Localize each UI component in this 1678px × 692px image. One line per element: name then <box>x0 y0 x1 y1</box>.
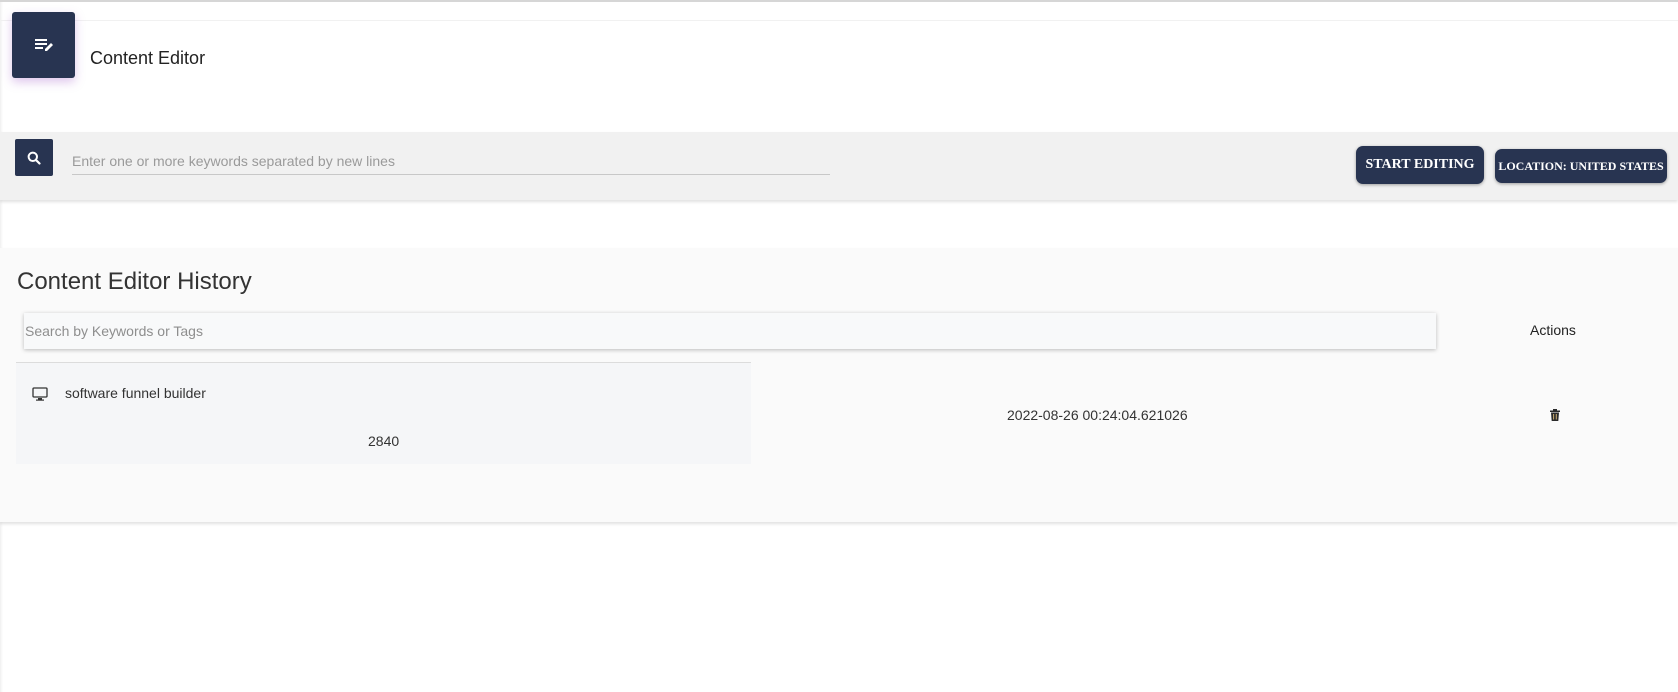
row-date: 2022-08-26 00:24:04.621026 <box>1007 407 1188 423</box>
keyword-search-bar: START EDITING LOCATION: UNITED STATES <box>0 132 1678 200</box>
edit-list-icon <box>34 39 53 51</box>
content-editor-logo <box>12 12 75 78</box>
search-icon <box>27 151 41 165</box>
trash-icon <box>1550 409 1560 421</box>
delete-button[interactable] <box>1548 407 1562 423</box>
history-panel: Content Editor History Actions software … <box>0 248 1678 522</box>
actions-column-header: Actions <box>1530 322 1576 338</box>
table-row[interactable]: software funnel builder 2840 <box>16 363 751 464</box>
top-border <box>0 0 1678 2</box>
content-editor-page: Content Editor START EDITING LOCATION: U… <box>0 0 1678 692</box>
monitor-icon <box>32 387 48 401</box>
search-button[interactable] <box>15 139 53 176</box>
history-search-input[interactable] <box>24 313 1436 349</box>
page-title: Content Editor <box>90 48 206 68</box>
start-editing-button[interactable]: START EDITING <box>1356 146 1484 184</box>
row-keyword[interactable]: software funnel builder <box>65 385 206 401</box>
keyword-input[interactable] <box>72 148 830 175</box>
top-divider <box>0 20 1678 21</box>
row-count: 2840 <box>368 433 400 449</box>
history-title: Content Editor History <box>17 268 252 295</box>
location-button[interactable]: LOCATION: UNITED STATES <box>1495 149 1667 183</box>
